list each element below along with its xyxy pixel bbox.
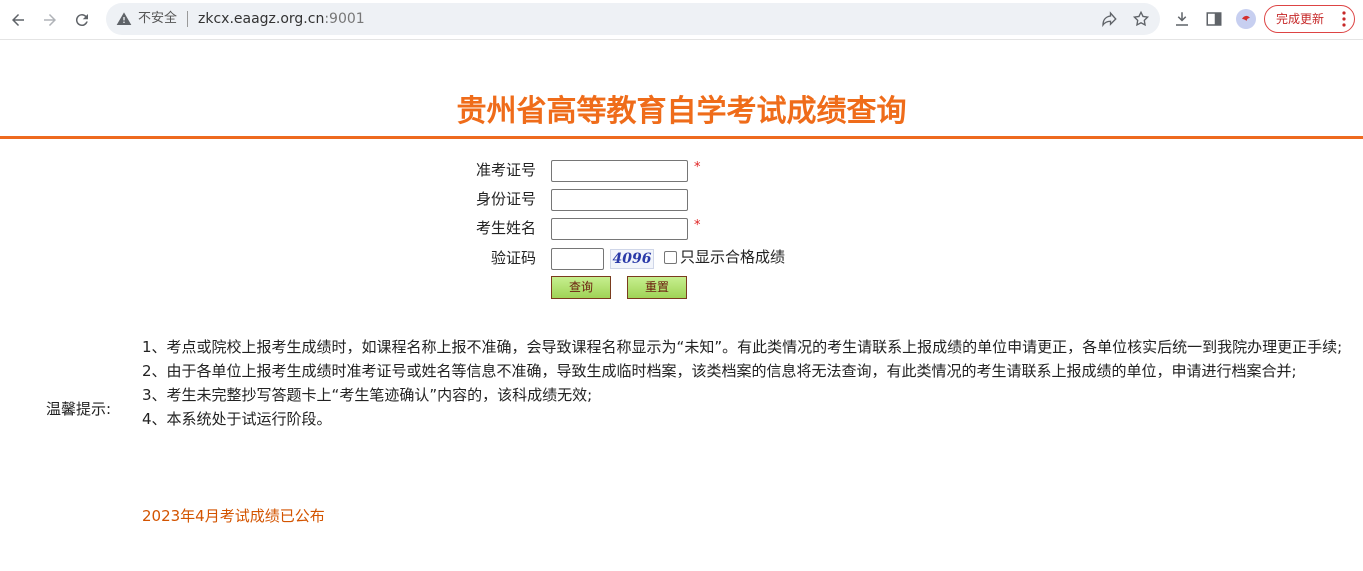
insecure-label: 不安全 xyxy=(138,11,178,26)
browser-toolbar: 不安全 zkcx.eaagz.org.cn:9001 完成更新 xyxy=(0,0,1363,40)
tips-list: 1、考点或院校上报考生成绩时，如课程名称上报不准确，会导致课程名称显示为“未知”… xyxy=(142,335,1356,431)
update-button-label: 完成更新 xyxy=(1276,12,1325,26)
score-release-notice[interactable]: 2023年4月考试成绩已公布 xyxy=(142,506,325,526)
tip-item: 3、考生未完整抄写答题卡上“考生笔迹确认”内容的，该科成绩无效; xyxy=(142,386,593,404)
captcha-label: 验证码 xyxy=(490,249,536,267)
kebab-menu-icon xyxy=(1342,11,1346,27)
id-number-input[interactable] xyxy=(551,189,688,211)
share-icon[interactable] xyxy=(1100,10,1118,28)
reset-button[interactable]: 重置 xyxy=(627,276,687,299)
profile-avatar[interactable] xyxy=(1236,9,1256,29)
profile-bird-icon xyxy=(1242,15,1250,21)
back-button[interactable] xyxy=(6,8,30,32)
tip-item: 1、考点或院校上报考生成绩时，如课程名称上报不准确，会导致课程名称显示为“未知”… xyxy=(142,338,1343,356)
download-icon[interactable] xyxy=(1173,10,1191,28)
exam-number-required-mark: * xyxy=(694,160,701,175)
name-required-mark: * xyxy=(694,218,701,233)
reload-icon xyxy=(75,14,88,27)
url-host: zkcx.eaagz.org.cn xyxy=(198,11,325,27)
bookmark-star-icon[interactable] xyxy=(1132,10,1150,28)
reload-button[interactable] xyxy=(70,8,94,32)
side-panel-icon[interactable] xyxy=(1205,10,1223,28)
update-button[interactable]: 完成更新 xyxy=(1264,5,1355,33)
page-title: 贵州省高等教育自学考试成绩查询 xyxy=(456,94,907,129)
tips-label: 温馨提示: xyxy=(46,400,112,418)
forward-button[interactable] xyxy=(38,8,62,32)
id-number-label: 身份证号 xyxy=(475,190,536,208)
pass-only-label: 只显示合格成绩 xyxy=(680,248,786,266)
url-text: zkcx.eaagz.org.cn:9001 xyxy=(198,10,365,28)
title-divider xyxy=(0,136,1363,139)
address-separator xyxy=(187,11,188,27)
captcha-input[interactable] xyxy=(551,248,604,270)
name-label: 考生姓名 xyxy=(475,219,536,237)
exam-number-input[interactable] xyxy=(551,160,688,182)
captcha-image[interactable]: 4096 xyxy=(610,249,654,269)
warning-icon xyxy=(116,12,132,25)
name-input[interactable] xyxy=(551,218,688,240)
arrow-right-icon xyxy=(44,14,56,26)
exam-number-label: 准考证号 xyxy=(475,161,536,179)
address-bar[interactable]: 不安全 zkcx.eaagz.org.cn:9001 xyxy=(106,3,1160,35)
arrow-left-icon xyxy=(12,14,24,26)
tip-item: 4、本系统处于试运行阶段。 xyxy=(142,410,332,428)
pass-only-checkbox[interactable] xyxy=(664,251,677,264)
query-button[interactable]: 查询 xyxy=(551,276,611,299)
tip-item: 2、由于各单位上报考生成绩时准考证号或姓名等信息不准确，导致生成临时档案，该类档… xyxy=(142,362,1297,380)
url-port: :9001 xyxy=(324,11,365,27)
